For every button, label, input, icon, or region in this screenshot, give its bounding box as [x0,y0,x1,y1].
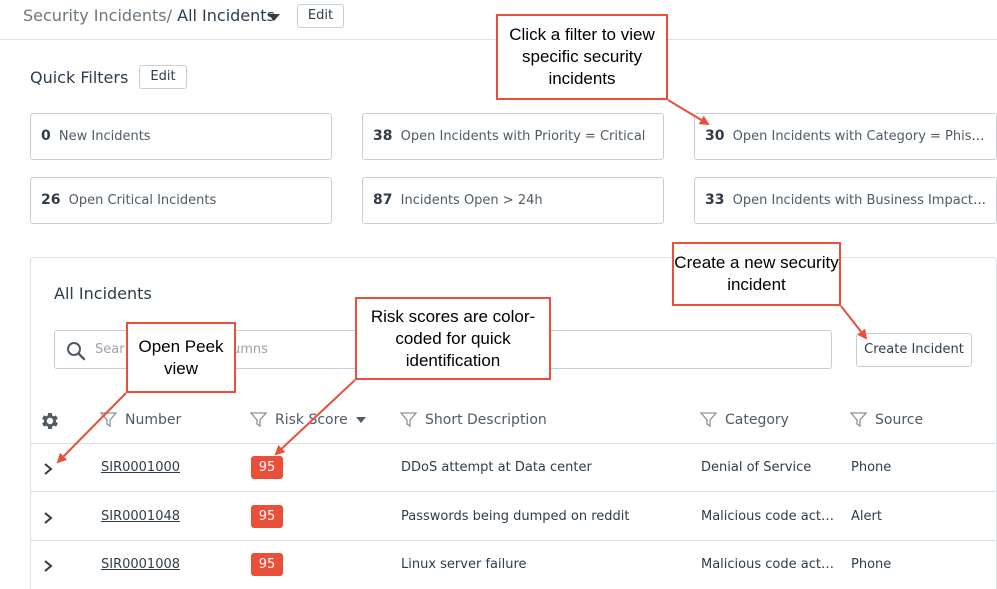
filter-icon [850,412,867,428]
quick-filter-count: 0 [41,128,51,144]
column-header-category[interactable]: Category [700,400,789,440]
category: Denial of Service [701,460,812,475]
quick-filter-label: Open Incidents with Business Impact … [732,193,991,208]
quick-filter-count: 26 [41,192,61,208]
risk-score-badge: 95 [251,456,283,479]
breadcrumb-parent[interactable]: Security Incidents/ [23,6,172,25]
callout-peek: Open Peek view [126,322,236,393]
chevron-right-icon[interactable] [41,511,55,525]
column-header-label: Short Description [425,412,547,428]
filter-icon [100,412,117,428]
column-header-label: Category [725,412,789,428]
quick-filter-card[interactable]: 38 Open Incidents with Priority = Critic… [362,113,664,160]
column-header-source[interactable]: Source [850,400,923,440]
source: Phone [851,460,892,475]
quick-filter-count: 30 [705,128,725,144]
filter-icon [250,412,267,428]
quick-filter-card[interactable]: 26 Open Critical Incidents [30,177,332,224]
incident-number-link[interactable]: SIR0001008 [101,555,180,575]
list-menu-caret-icon[interactable] [268,14,280,21]
quick-filter-label: Open Incidents with Priority = Critical [400,129,646,144]
short-description: Passwords being dumped on reddit [401,509,630,524]
filter-icon [700,412,717,428]
risk-score-badge: 95 [251,505,283,528]
gear-icon[interactable] [39,410,61,432]
quick-filter-card[interactable]: 87 Incidents Open > 24h [362,177,664,224]
quick-filter-label: New Incidents [58,129,151,144]
quick-filter-label: Open Incidents with Category = Phish… [732,129,993,144]
sort-descending-icon[interactable] [355,417,366,423]
quick-filter-card[interactable]: 30 Open Incidents with Category = Phish… [694,113,997,160]
incident-number-link[interactable]: SIR0001048 [101,507,180,527]
search-icon [67,342,86,361]
category: Malicious code act… [701,557,834,572]
quick-filter-count: 38 [373,128,393,144]
search-placeholder-tail: umns [232,342,268,357]
create-incident-button[interactable]: Create Incident [856,333,972,367]
search-placeholder: Sear [95,342,125,357]
breadcrumb-current: All Incidents [177,6,275,25]
incidents-list-title: All Incidents [54,284,152,303]
quick-filter-label: Incidents Open > 24h [400,193,543,208]
callout-risk: Risk scores are color-coded for quick id… [355,297,551,380]
column-header-number[interactable]: Number [100,400,181,440]
quick-filter-card[interactable]: 33 Open Incidents with Business Impact … [694,177,997,224]
column-header-risk-score[interactable]: Risk Score [250,400,366,440]
chevron-right-icon[interactable] [41,559,55,573]
quick-filter-card[interactable]: 0 New Incidents [30,113,332,160]
quick-filter-label: Open Critical Incidents [68,193,217,208]
category: Malicious code act… [701,509,834,524]
short-description: Linux server failure [401,557,527,572]
column-header-short-description[interactable]: Short Description [400,400,547,440]
incident-number-link[interactable]: SIR0001000 [101,458,180,478]
quick-filter-count: 33 [705,192,725,208]
callout-create: Create a new security incident [672,242,841,306]
column-header-label: Source [875,412,924,428]
column-header-label: Risk Score [275,412,348,428]
short-description: DDoS attempt at Data center [401,460,592,475]
edit-quick-filters-button[interactable]: Edit [139,65,187,89]
source: Phone [851,557,892,572]
callout-filter: Click a filter to view specific security… [496,14,668,100]
risk-score-badge: 95 [251,553,283,576]
chevron-right-icon[interactable] [41,462,55,476]
quick-filter-count: 87 [373,192,393,208]
breadcrumb: Security Incidents/ All Incidents [23,6,275,25]
source: Alert [851,509,882,524]
column-header-label: Number [125,412,182,428]
filter-icon [400,412,417,428]
quick-filters-title: Quick Filters [30,68,129,87]
edit-list-button[interactable]: Edit [297,4,344,28]
